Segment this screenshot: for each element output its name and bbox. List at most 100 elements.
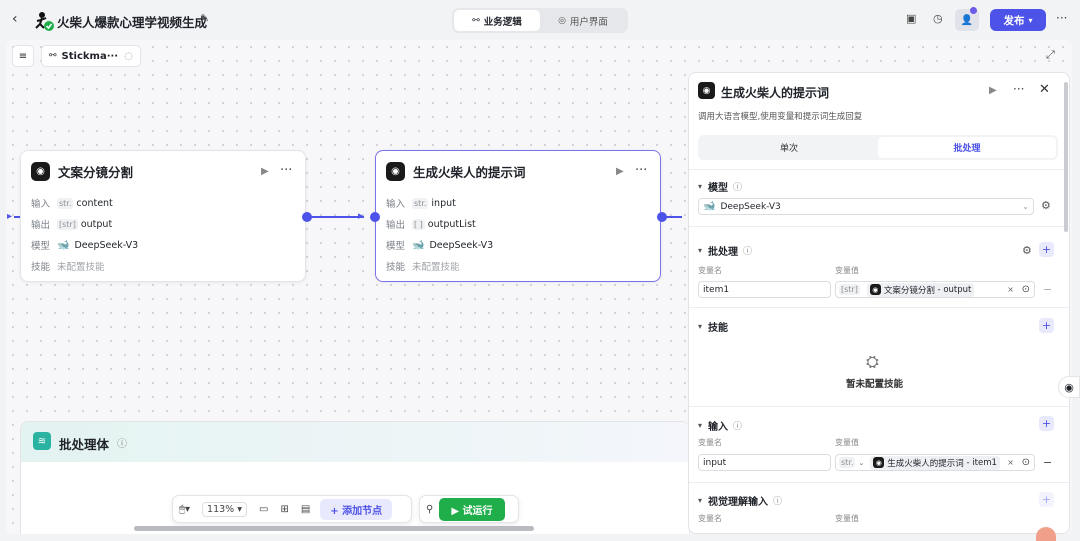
- tab-user-interface[interactable]: ◎ 用户界面: [540, 10, 626, 31]
- node-more-icon[interactable]: ···: [280, 163, 292, 178]
- mode-switch: 单次 批处理: [698, 135, 1058, 160]
- mode-batch-tab[interactable]: 批处理: [878, 137, 1056, 158]
- zoom-select[interactable]: 113% ▾: [202, 501, 247, 517]
- node-stickman-prompt[interactable]: ◉ 生成火柴人的提示词 ▶ ··· 输入 str. input 输出[ ] outpu…: [375, 150, 661, 282]
- run-node-icon[interactable]: ▶: [261, 166, 269, 177]
- more-icon[interactable]: ···: [1013, 82, 1024, 96]
- model-select[interactable]: 🐋 DeepSeek-V3 ⌄: [698, 198, 1034, 215]
- mode-single-tab[interactable]: 单次: [700, 137, 878, 158]
- llm-icon: ◉: [386, 162, 405, 181]
- library-icon[interactable]: ▣: [906, 12, 916, 25]
- flow-icon: ⚯: [472, 15, 480, 26]
- app-logo-icon: [35, 12, 54, 31]
- llm-icon: ◉: [873, 457, 885, 468]
- node-config-panel: ◉ 生成火柴人的提示词 ▶ ··· ✕ 调用大语言模型,使用变量和提示词生成回复…: [688, 72, 1070, 534]
- info-icon: ⓘ: [743, 247, 753, 257]
- image-icon[interactable]: ▤: [301, 504, 310, 515]
- node-text-split[interactable]: ◉ 文案分镜分割 ▶ ··· 输入 str. content 输出 [str] outp…: [20, 150, 306, 282]
- run-toolbar: ⚲ ▶ 试运行: [419, 495, 519, 523]
- info-icon: ⓘ: [733, 422, 743, 432]
- model-section-header[interactable]: ▾ 模型 ⓘ: [698, 179, 742, 194]
- comment-icon[interactable]: ▭: [259, 504, 268, 515]
- panel-scrollbar[interactable]: [1064, 82, 1068, 232]
- canvas-toolbar: 🖱▾ 113% ▾ ▭ ⊞ ▤ + 添加节点: [172, 495, 412, 523]
- info-icon: ⓘ: [733, 183, 743, 193]
- llm-icon: ◉: [698, 82, 715, 99]
- fullscreen-icon[interactable]: ⤢: [1046, 48, 1055, 62]
- incoming-edge-arrow: ▸: [7, 211, 13, 222]
- users-icon: 👤: [960, 14, 974, 26]
- batch-var-value-ref[interactable]: [str] ◉ 文案分镜分割 - output × ⊙: [835, 281, 1035, 298]
- chevron-down-icon: ▾: [698, 182, 703, 191]
- edge-arrowhead: ▸: [358, 209, 364, 222]
- loading-icon: ◌: [124, 50, 133, 62]
- clear-icon[interactable]: ×: [1007, 458, 1014, 467]
- palette-icon: ◎: [558, 15, 566, 26]
- deepseek-icon: 🐋: [412, 239, 425, 251]
- batch-section-header[interactable]: ▾ 批处理 ⓘ: [698, 243, 752, 258]
- skills-section-header[interactable]: ▾ 技能: [698, 319, 728, 334]
- run-icon[interactable]: ▶: [989, 85, 997, 96]
- remove-icon[interactable]: −: [1043, 456, 1052, 469]
- run-node-icon[interactable]: ▶: [616, 166, 624, 177]
- variable-picker-icon[interactable]: ⊙: [1022, 457, 1030, 468]
- chevron-down-icon: ▾: [698, 421, 703, 430]
- output-port[interactable]: [302, 212, 312, 222]
- notification-badge: [970, 7, 977, 14]
- mouse-mode-icon[interactable]: 🖱▾: [179, 504, 190, 515]
- top-bar: ‹ 火柴人爆款心理学视频生成 ✎ ⚯ 业务逻辑 ◎ 用户界面 ▣ ◷ 👤 发布 …: [0, 0, 1080, 40]
- assistant-float-button[interactable]: ◉: [1058, 376, 1080, 398]
- back-arrow-icon[interactable]: ‹: [12, 11, 18, 27]
- add-batch-var-button[interactable]: +: [1039, 242, 1054, 257]
- output-port[interactable]: [657, 212, 667, 222]
- menu-icon: ≡: [18, 50, 28, 62]
- llm-icon: ◉: [869, 284, 881, 295]
- info-icon[interactable]: ⓘ: [117, 435, 127, 450]
- node-more-icon[interactable]: ···: [635, 163, 647, 178]
- horizontal-scrollbar[interactable]: [134, 526, 534, 531]
- settings-icon[interactable]: ⚙: [1041, 199, 1051, 212]
- workflow-selector[interactable]: ⚯ Stickma··· ◌: [41, 45, 141, 67]
- input-var-value-ref[interactable]: str. ⌄ ◉ 生成火柴人的提示词 - item1 × ⊙: [835, 454, 1035, 471]
- workflow-icon: ⚯: [49, 51, 57, 61]
- ref-chip: ◉ 文案分镜分割 - output: [866, 282, 975, 297]
- edge-node1-node2: [306, 216, 364, 218]
- chevron-down-icon: ▾: [1028, 15, 1033, 25]
- batch-var-name-input[interactable]: item1: [698, 281, 831, 298]
- add-input-button[interactable]: +: [1039, 416, 1054, 431]
- debug-icon[interactable]: ⚲: [426, 504, 433, 515]
- clear-icon[interactable]: ×: [1007, 285, 1014, 294]
- input-port[interactable]: [370, 212, 380, 222]
- publish-button[interactable]: 发布 ▾: [990, 9, 1046, 31]
- layout-icon[interactable]: ⊞: [280, 504, 288, 515]
- assistant-icon: ◉: [1064, 380, 1074, 394]
- add-skill-button[interactable]: +: [1039, 318, 1054, 333]
- outline-toggle-button[interactable]: ≡: [12, 45, 34, 67]
- chevron-down-icon: ⌄: [858, 458, 865, 467]
- chevron-down-icon: ▾: [698, 496, 703, 505]
- llm-icon: ◉: [31, 162, 50, 181]
- close-icon[interactable]: ✕: [1039, 82, 1050, 97]
- more-icon[interactable]: ···: [1056, 11, 1067, 25]
- input-section-header[interactable]: ▾ 输入 ⓘ: [698, 418, 742, 433]
- deepseek-icon: 🐋: [57, 239, 70, 251]
- history-icon[interactable]: ◷: [933, 12, 943, 25]
- view-tabs: ⚯ 业务逻辑 ◎ 用户界面: [452, 8, 628, 33]
- add-node-button[interactable]: + 添加节点: [320, 498, 393, 520]
- remove-icon[interactable]: −: [1043, 283, 1052, 296]
- variable-picker-icon[interactable]: ⊙: [1022, 284, 1030, 295]
- tab-business-logic[interactable]: ⚯ 业务逻辑: [454, 10, 540, 31]
- edit-icon[interactable]: ✎: [200, 12, 209, 25]
- layers-icon: ≋: [33, 432, 51, 450]
- input-var-name-input[interactable]: input: [698, 454, 831, 471]
- app-title: 火柴人爆款心理学视频生成: [57, 15, 208, 30]
- deepseek-icon: 🐋: [703, 201, 716, 212]
- chevron-down-icon: ▾: [698, 322, 703, 331]
- chevron-down-icon: ⌄: [1022, 202, 1029, 211]
- test-run-button[interactable]: ▶ 试运行: [439, 497, 505, 521]
- vision-section-header[interactable]: ▾ 视觉理解输入 ⓘ: [698, 493, 782, 508]
- chevron-down-icon: ▾: [698, 246, 703, 255]
- add-vision-input-button[interactable]: +: [1039, 492, 1054, 507]
- empty-skill-icon: ⛭: [866, 352, 879, 371]
- settings-icon[interactable]: ⚙: [1022, 244, 1032, 257]
